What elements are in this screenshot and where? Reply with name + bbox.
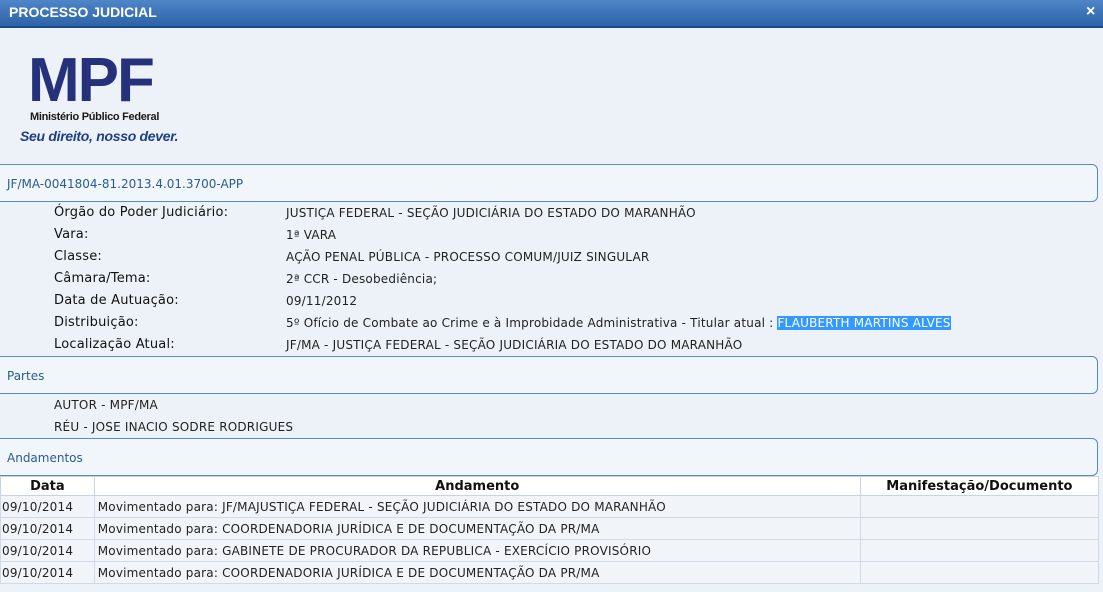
process-number-header: JF/MA-0041804-81.2013.4.01.3700-APP: [0, 164, 1098, 202]
table-row: 09/10/2014 Movimentado para: JF/MAJUSTIÇ…: [0, 495, 1100, 518]
table-row: 09/10/2014 Movimentado para: COORDENADOR…: [0, 561, 1100, 584]
logo-slogan: Seu direito, nosso dever.: [20, 128, 179, 144]
logo-mpf-text: MPF: [28, 46, 155, 115]
table-row: 09/10/2014 Movimentado para: GABINETE DE…: [0, 539, 1100, 562]
process-number: JF/MA-0041804-81.2013.4.01.3700-APP: [7, 177, 244, 191]
field-value: JUSTIÇA FEDERAL - SEÇÃO JUDICIÁRIA DO ES…: [286, 206, 696, 220]
andamentos-table: Data Andamento Manifestação/Documento 09…: [0, 476, 1100, 584]
party-reu: RÉU - JOSE INACIO SODRE RODRIGUES: [54, 420, 294, 434]
field-label: Órgão do Poder Judiciário:: [54, 205, 229, 220]
party-autor: AUTOR - MPF/MA: [54, 398, 158, 412]
field-value: AÇÃO PENAL PÚBLICA - PROCESSO COMUM/JUIZ…: [286, 250, 650, 264]
andamentos-title: Andamentos: [7, 451, 83, 465]
distribuicao-text: 5º Ofício de Combate ao Crime e à Improb…: [286, 316, 778, 330]
table-row: 09/10/2014 Movimentado para: COORDENADOR…: [0, 517, 1100, 540]
field-label: Data de Autuação:: [54, 293, 179, 308]
partes-header: Partes: [0, 356, 1098, 394]
cell-andamento: Movimentado para: GABINETE DE PROCURADOR…: [93, 539, 861, 562]
cell-documento: [859, 561, 1100, 584]
field-value: 1ª VARA: [286, 228, 337, 242]
field-row-orgao: Órgão do Poder Judiciário: JUSTIÇA FEDER…: [0, 202, 1100, 224]
cell-andamento: Movimentado para: JF/MAJUSTIÇA FEDERAL -…: [93, 495, 861, 518]
cell-date: 09/10/2014: [0, 495, 95, 518]
field-label: Câmara/Tema:: [54, 271, 151, 286]
mpf-logo: MPF Ministério Público Federal Seu direi…: [20, 49, 200, 145]
andamentos-header: Andamentos: [0, 438, 1098, 476]
titular-atual-selected[interactable]: FLAUBERTH MARTINS ALVES: [777, 316, 951, 330]
cell-date: 09/10/2014: [0, 539, 95, 562]
field-row-camara: Câmara/Tema: 2ª CCR - Desobediência;: [0, 268, 1100, 290]
cell-date: 09/10/2014: [0, 517, 95, 540]
close-icon[interactable]: ×: [1086, 4, 1100, 20]
field-row-localizacao: Localização Atual: JF/MA - JUSTIÇA FEDER…: [0, 334, 1100, 356]
cell-documento: [859, 539, 1100, 562]
field-label: Localização Atual:: [54, 337, 175, 352]
field-value: 5º Ofício de Combate ao Crime e à Improb…: [286, 312, 951, 334]
table-header-row: Data Andamento Manifestação/Documento: [0, 476, 1100, 496]
field-label: Classe:: [54, 249, 102, 264]
field-value: JF/MA - JUSTIÇA FEDERAL - SEÇÃO JUDICIÁR…: [286, 338, 743, 352]
cell-documento: [859, 517, 1100, 540]
field-row-distribuicao: Distribuição: 5º Ofício de Combate ao Cr…: [0, 312, 1100, 334]
column-header-manifestacao: Manifestação/Documento: [859, 476, 1100, 496]
field-label: Vara:: [54, 227, 89, 242]
field-value: 2ª CCR - Desobediência;: [286, 272, 438, 286]
field-row-data-autuacao: Data de Autuação: 09/11/2012: [0, 290, 1100, 312]
cell-andamento: Movimentado para: COORDENADORIA JURÍDICA…: [93, 517, 861, 540]
column-header-data: Data: [0, 476, 95, 496]
partes-title: Partes: [7, 369, 45, 383]
field-value: 09/11/2012: [286, 294, 358, 308]
field-label: Distribuição:: [54, 315, 139, 330]
logo-subtitle: Ministério Público Federal: [30, 111, 160, 123]
window-titlebar: PROCESSO JUDICIAL ×: [0, 0, 1103, 28]
window-title: PROCESSO JUDICIAL: [9, 4, 157, 20]
cell-andamento: Movimentado para: COORDENADORIA JURÍDICA…: [93, 561, 861, 584]
column-header-andamento: Andamento: [93, 476, 861, 496]
field-row-vara: Vara: 1ª VARA: [0, 224, 1100, 246]
cell-date: 09/10/2014: [0, 561, 95, 584]
cell-documento: [859, 495, 1100, 518]
field-row-classe: Classe: AÇÃO PENAL PÚBLICA - PROCESSO CO…: [0, 246, 1100, 268]
